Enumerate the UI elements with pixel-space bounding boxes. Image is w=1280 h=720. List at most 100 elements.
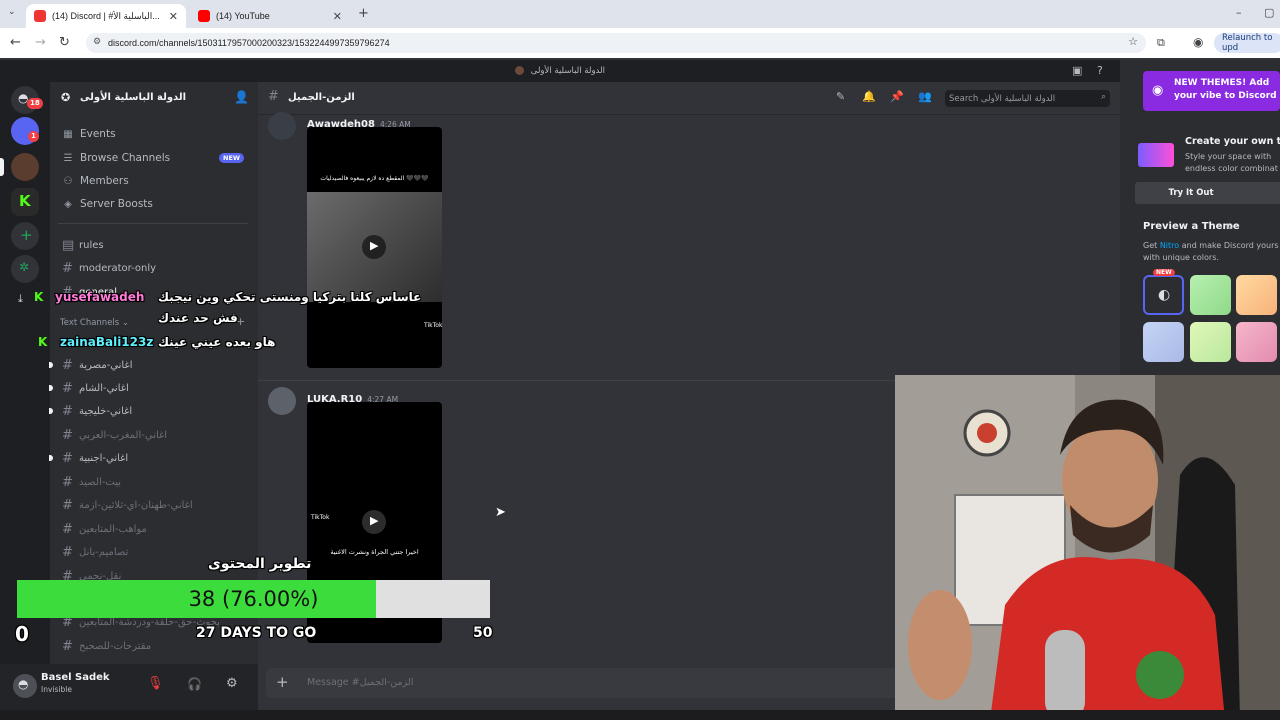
- promo-banner[interactable]: ◉ NEW THEMES! Add your vibe to Discord: [1143, 71, 1280, 111]
- relaunch-button[interactable]: Relaunch to upd: [1214, 33, 1280, 53]
- kick-chat-icon: K: [34, 290, 44, 304]
- mention-badge: 18: [27, 98, 43, 109]
- nav-label: Events: [80, 128, 116, 140]
- category-header[interactable]: Text Channels ⌄: [60, 318, 129, 328]
- message-divider: [258, 380, 895, 381]
- nav-browse-channels[interactable]: ☰ Browse Channels: [62, 152, 171, 164]
- mention-badge: 1: [28, 131, 39, 142]
- tab-discord[interactable]: (14) Discord | #الباسلية الأ... ✕: [26, 4, 186, 28]
- invite-icon[interactable]: 👤: [234, 90, 249, 104]
- channel-item[interactable]: # اغاني-مصرية: [62, 358, 132, 373]
- bell-icon[interactable]: 🔔: [862, 90, 876, 103]
- server-discord[interactable]: 1: [11, 117, 39, 145]
- url-input[interactable]: ⚙ discord.com/channels/15031179570002003…: [86, 33, 1146, 53]
- nav-events[interactable]: ▦ Events: [62, 128, 116, 140]
- headphones-icon[interactable]: 🎧: [187, 677, 202, 691]
- channel-label: moderator-only: [79, 263, 157, 274]
- discord-title-bar: الدولة الباسلية الأولى ▣ ?: [0, 60, 1120, 82]
- threads-icon[interactable]: ✎: [836, 90, 845, 103]
- theme-swatch-custom[interactable]: ◐ NEW: [1143, 269, 1184, 315]
- channel-item[interactable]: # مقترحات-للصحبح: [62, 639, 151, 654]
- browser-tab-bar: ⌄ (14) Discord | #الباسلية الأ... ✕ (14)…: [0, 0, 1280, 28]
- minimize-icon[interactable]: –: [1236, 6, 1242, 19]
- channel-item[interactable]: # اغاني-طهنان-اي-ثلاثين-ازمة: [62, 498, 193, 513]
- channel-item[interactable]: # بيت-الصيد: [62, 475, 121, 490]
- settings-gear-icon[interactable]: ⚙: [226, 676, 238, 691]
- url-text: discord.com/channels/1503117957000200323…: [108, 38, 390, 48]
- pin-icon[interactable]: 📌: [890, 90, 904, 103]
- server-header[interactable]: ✪ الدولة الباسلية الأولى ⌄ 👤: [50, 86, 258, 110]
- theme-swatch[interactable]: [1190, 275, 1231, 315]
- tiktok-watermark: TikTok: [311, 514, 330, 521]
- extensions-icon[interactable]: ⧉: [1157, 36, 1165, 50]
- maximize-icon[interactable]: ▢: [1264, 6, 1274, 19]
- video-attachment[interactable]: المقطع ده لازم يبيعوه فالصيدليات 🖤🖤🖤 ▶ T…: [307, 127, 442, 368]
- nav-label: Server Boosts: [80, 198, 153, 210]
- discover-button[interactable]: ✲: [11, 255, 39, 283]
- hash-icon: #: [268, 89, 279, 104]
- channel-item[interactable]: # تصاميم-بانل: [62, 545, 128, 560]
- mute-icon[interactable]: 🎙: [147, 676, 164, 691]
- forward-icon[interactable]: →: [35, 35, 46, 50]
- new-tab-icon[interactable]: +: [358, 6, 369, 21]
- profile-icon[interactable]: ◉: [1193, 35, 1203, 49]
- calendar-icon: ▦: [63, 128, 73, 140]
- channel-moderator-only[interactable]: # moderator-only: [62, 261, 156, 276]
- channel-item[interactable]: # اغاني-الشام: [62, 381, 129, 396]
- reload-icon[interactable]: ↻: [59, 35, 70, 50]
- avatar[interactable]: [268, 387, 296, 415]
- avatar[interactable]: [268, 112, 296, 140]
- theme-swatch[interactable]: [1143, 322, 1184, 362]
- channel-label: اغاني-طهنان-اي-ثلاثين-ازمة: [79, 500, 193, 511]
- server-icon: [515, 66, 525, 75]
- add-server-button[interactable]: +: [11, 222, 39, 250]
- home-button[interactable]: ◓ 18: [11, 86, 43, 114]
- hash-icon: #: [62, 358, 73, 373]
- nav-members[interactable]: ⚇ Members: [62, 175, 129, 187]
- help-icon[interactable]: ?: [1097, 60, 1103, 82]
- server-basel[interactable]: [11, 153, 39, 181]
- tab-youtube[interactable]: (14) YouTube ✕: [190, 4, 350, 28]
- discord-avatar-icon: ◓: [18, 677, 29, 691]
- chevron-down-icon: ⌄: [156, 91, 164, 101]
- user-status: Invisible: [41, 685, 72, 694]
- close-icon[interactable]: ✕: [333, 10, 342, 23]
- goal-days-remaining: 27 DAYS TO GO: [196, 625, 317, 641]
- search-icon: ⌕: [1100, 92, 1106, 102]
- close-icon[interactable]: ✕: [169, 10, 178, 23]
- nitro-link[interactable]: Nitro: [1160, 241, 1179, 250]
- channel-item[interactable]: # اغاني-خليجية: [62, 404, 132, 419]
- search-input[interactable]: Search الدولة الباسلية الأولى ⌕: [945, 90, 1110, 107]
- relaunch-label: Relaunch to upd: [1222, 33, 1273, 53]
- channel-rules[interactable]: ▤ rules: [62, 238, 104, 253]
- channel-item[interactable]: # اغاني-اجنبية: [62, 451, 128, 466]
- play-button[interactable]: ▶: [362, 510, 386, 534]
- bookmark-star-icon[interactable]: ☆: [1128, 35, 1138, 48]
- server-kick[interactable]: K: [11, 188, 39, 216]
- hash-icon: #: [62, 381, 73, 396]
- play-button[interactable]: ▶: [362, 235, 386, 259]
- nav-server-boosts[interactable]: ◈ Server Boosts: [62, 198, 153, 210]
- goal-label: 38 (76.00%): [188, 587, 319, 611]
- member-list-icon[interactable]: 👥: [918, 90, 932, 103]
- theme-swatch[interactable]: [1236, 275, 1277, 315]
- video-caption: المقطع ده لازم يبيعوه فالصيدليات 🖤🖤🖤: [320, 175, 429, 182]
- webcam-feed: [895, 375, 1280, 720]
- try-it-out-button[interactable]: Try It Out: [1135, 182, 1280, 204]
- avatar[interactable]: ◓: [13, 674, 37, 698]
- channel-label: مقترحات-للصحبح: [79, 641, 152, 652]
- site-info-icon[interactable]: ⚙: [93, 36, 101, 47]
- channel-item[interactable]: # اغاني-المغرب-العربي: [62, 428, 167, 443]
- channel-item[interactable]: # مواهب-المتابعين: [62, 522, 147, 537]
- back-icon[interactable]: ←: [10, 35, 21, 50]
- browse-icon: ☰: [63, 152, 73, 164]
- attach-plus-icon[interactable]: +: [276, 673, 289, 691]
- members-icon: ⚇: [63, 175, 73, 187]
- hash-icon: #: [62, 404, 73, 419]
- theme-swatch[interactable]: [1190, 322, 1231, 362]
- inbox-icon[interactable]: ▣: [1072, 60, 1082, 82]
- theme-swatch[interactable]: [1236, 322, 1277, 362]
- download-icon[interactable]: ⤓: [18, 292, 23, 306]
- hash-icon: #: [62, 639, 73, 654]
- tab-search-icon[interactable]: ⌄: [8, 7, 16, 17]
